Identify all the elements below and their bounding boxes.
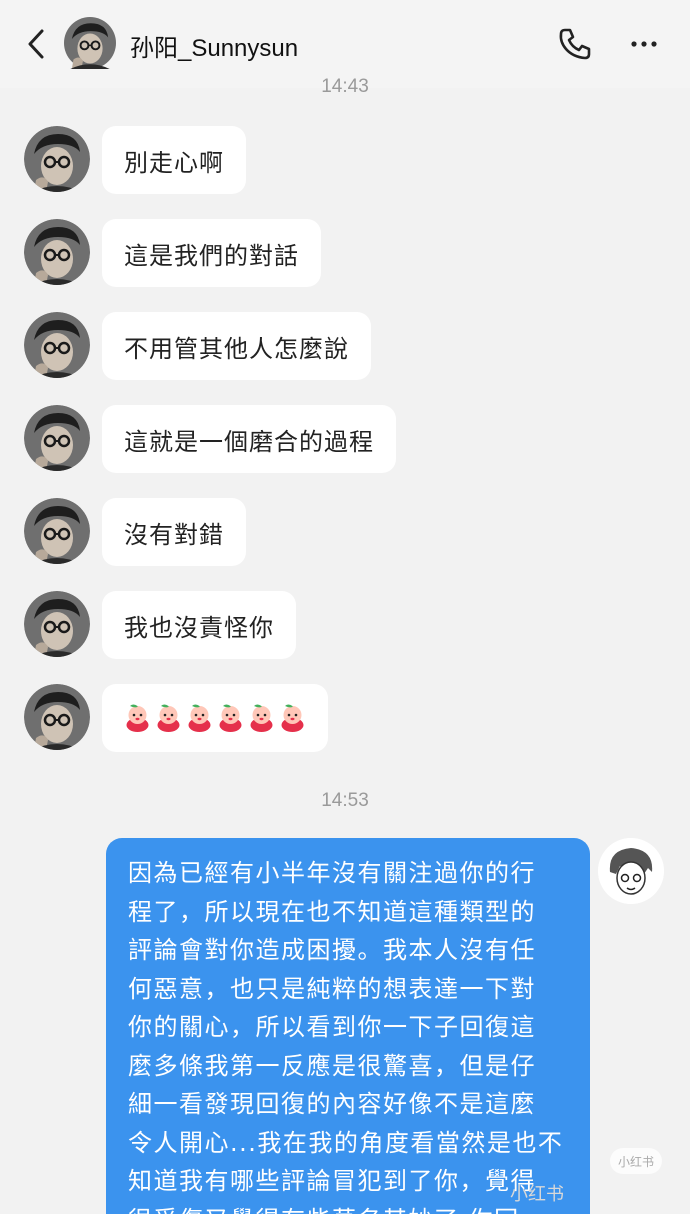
message-row: 這就是一個磨合的過程	[0, 405, 690, 475]
sent-message-text: 因為已經有小半年沒有關注過你的行 程了，所以現在也不知道這種類型的 評論會對你造…	[128, 859, 564, 1214]
chevron-left-icon	[28, 29, 44, 59]
message-bubble[interactable]: 這是我們的對話	[102, 219, 321, 287]
call-button[interactable]	[556, 26, 594, 62]
sender-avatar[interactable]	[24, 219, 90, 285]
peach-sticker-icon	[157, 704, 180, 732]
phone-icon	[559, 28, 591, 60]
message-row: 不用管其他人怎麼說	[0, 312, 690, 382]
message-bubble[interactable]: 這就是一個磨合的過程	[102, 405, 396, 473]
watermark-text: 小红书	[510, 1184, 564, 1205]
message-timestamp: 14:43	[321, 76, 369, 97]
message-row: 沒有對錯	[0, 498, 690, 568]
message-row: 我也沒責怪你	[0, 591, 690, 661]
emoji-message-bubble[interactable]	[102, 684, 328, 752]
sender-avatar[interactable]	[24, 591, 90, 657]
chat-header: 孙阳_Sunnysun	[0, 0, 690, 88]
message-row: 別走心啊	[0, 126, 690, 196]
peach-sticker-icon	[126, 704, 149, 732]
message-bubble[interactable]: 我也沒責怪你	[102, 591, 296, 659]
sent-message-bubble[interactable]: 因為已經有小半年沒有關注過你的行 程了，所以現在也不知道這種類型的 評論會對你造…	[106, 838, 590, 1214]
watermark-badge: 小红书	[610, 1148, 662, 1174]
more-button[interactable]	[624, 28, 664, 60]
message-row: 這是我們的對話	[0, 219, 690, 289]
sender-avatar[interactable]	[24, 312, 90, 378]
more-horizontal-icon	[631, 41, 657, 47]
peach-sticker-icon	[250, 704, 273, 732]
peach-sticker-icon	[281, 704, 304, 732]
sender-avatar[interactable]	[24, 498, 90, 564]
message-timestamp: 14:53	[321, 790, 369, 811]
message-bubble[interactable]: 不用管其他人怎麼說	[102, 312, 371, 380]
sender-avatar[interactable]	[24, 684, 90, 750]
message-bubble[interactable]: 別走心啊	[102, 126, 246, 194]
emoji-row	[124, 703, 306, 733]
peach-sticker-icon	[219, 704, 242, 732]
contact-name: 孙阳_Sunnysun	[130, 35, 299, 62]
sender-avatar[interactable]	[24, 126, 90, 192]
my-avatar[interactable]	[598, 838, 664, 904]
back-button[interactable]	[18, 24, 54, 64]
sender-avatar[interactable]	[24, 405, 90, 471]
peach-sticker-icon	[188, 704, 211, 732]
message-row	[0, 684, 690, 754]
contact-avatar[interactable]	[64, 17, 116, 69]
message-bubble[interactable]: 沒有對錯	[102, 498, 246, 566]
